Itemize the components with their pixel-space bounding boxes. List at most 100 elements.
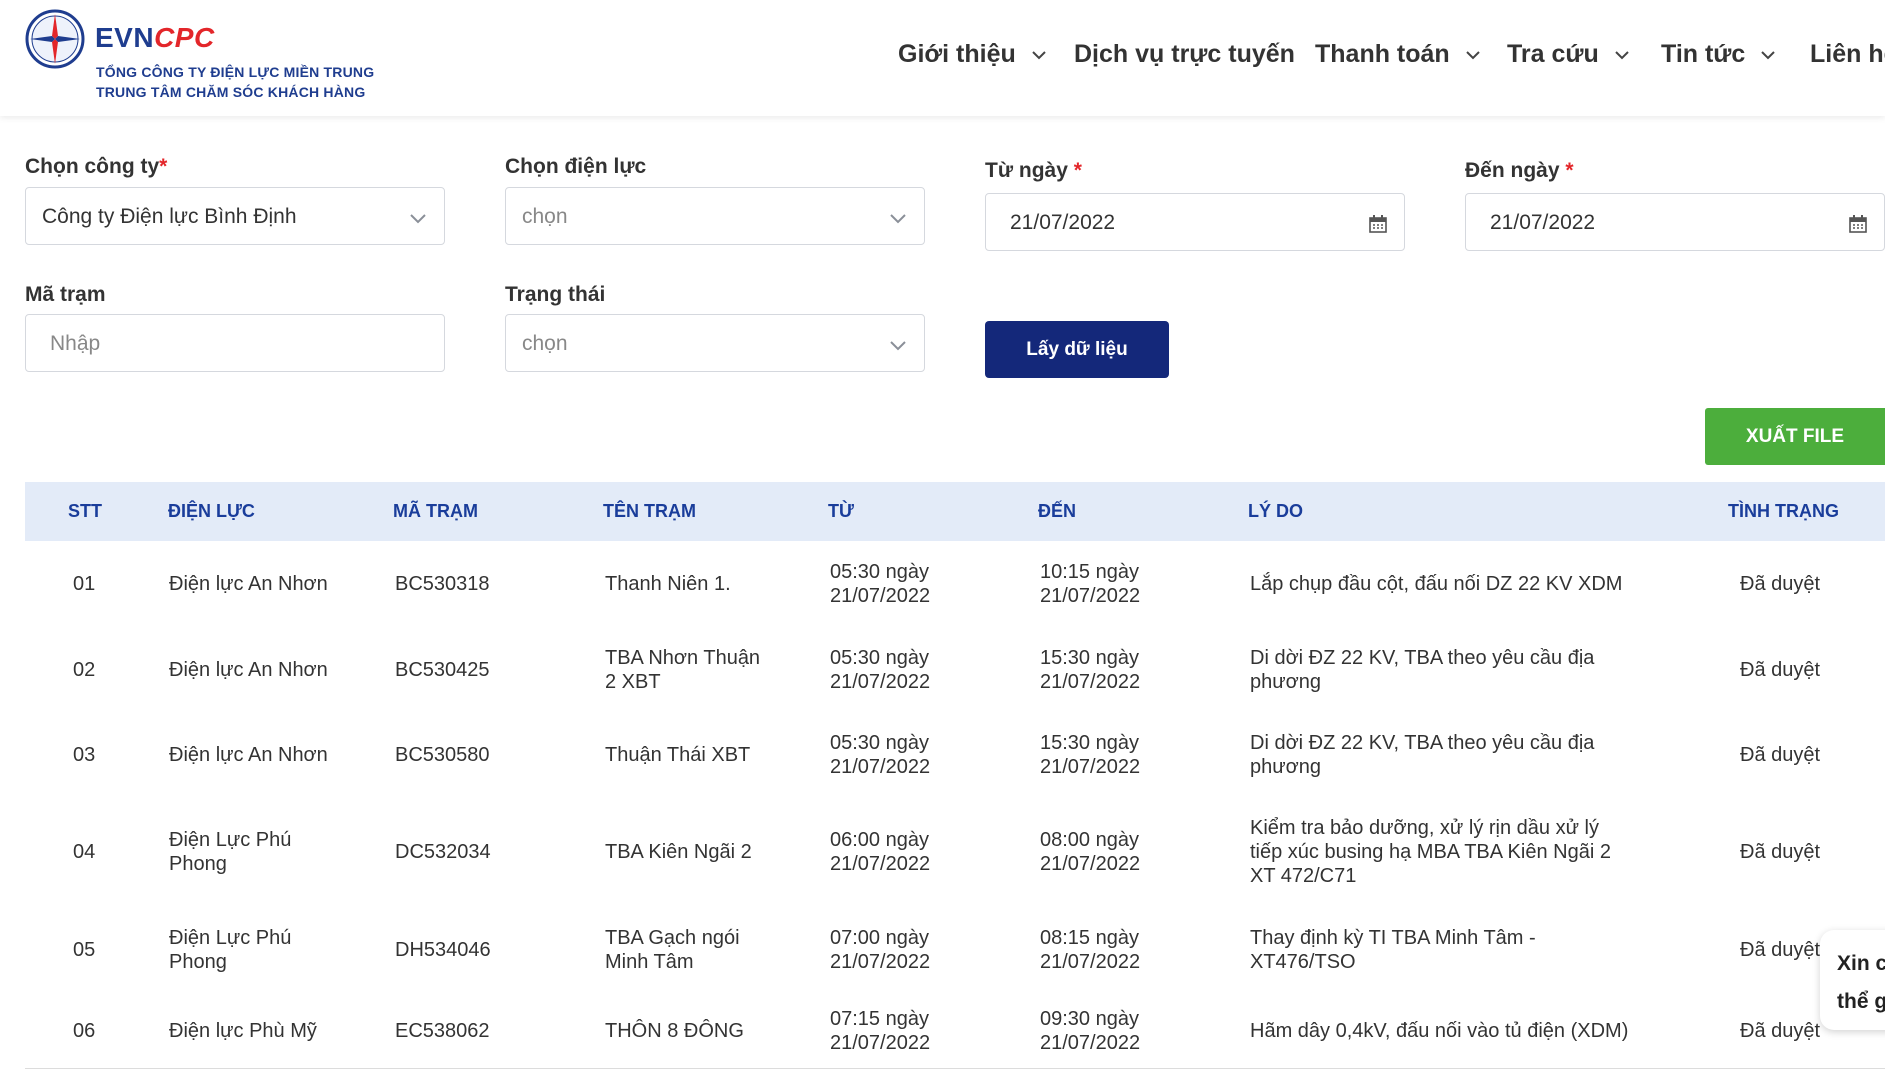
cell-line: 06 [73,1019,96,1042]
cell-line: Phong [169,852,227,875]
cell-line: 05:30 ngày [830,561,929,583]
cell-line: phương [1250,670,1321,693]
table-row: 06 Điện lực Phù Mỹ EC538062 THÔN 8 ĐÔNG 07:1… [25,993,1885,1069]
cell-tinhtrang: Đã duyệt [1740,1019,1820,1043]
cell-line: Đã duyệt [1740,573,1821,595]
cell-line: 21/07/2022 [830,1031,931,1054]
cell-tu: 05:30 ngày 21/07/2022 [830,646,930,694]
brand-subtitle-1: TỔNG CÔNG TY ĐIỆN LỰC MIỀN TRUNG [96,64,375,80]
col-header-tu: TỪ [828,501,854,521]
status-select[interactable]: chọn [505,314,925,372]
station-code-placeholder: Nhập [50,332,101,355]
cell-line: 21/07/2022 [1040,670,1141,693]
chevron-down-icon [410,214,426,224]
cell-stt: 02 [73,658,95,682]
from-date-label: Từ ngày * [985,159,1082,183]
cell-line: TBA Gạch ngói [605,926,740,949]
cell-line: BC530580 [395,743,490,766]
evn-logo-icon[interactable] [24,8,86,70]
cell-line: 21/07/2022 [1040,585,1141,607]
cell-lydo: Di dời ĐZ 22 KV, TBA theo yêu cầu địa phư… [1250,731,1594,779]
nav-label: Tra cứu [1507,40,1599,68]
chat-text-line-2: thể g [1837,990,1885,1013]
cell-line: 21/07/2022 [1040,755,1141,778]
cell-dienluc: Điện lực An Nhơn [169,572,328,596]
chevron-down-icon [1466,50,1480,59]
export-file-button[interactable]: XUẤT FILE [1705,408,1885,465]
power-select[interactable]: chọn [505,187,925,245]
cell-line: phương [1250,755,1321,778]
cell-ten: TBA Kiên Ngãi 2 [605,840,752,864]
cell-line: 21/07/2022 [830,585,931,607]
cell-tinhtrang: Đã duyệt [1740,840,1820,864]
cell-dienluc: Điện lực An Nhơn [169,658,328,682]
cell-line: 21/07/2022 [830,950,931,973]
cell-dienluc: Điện Lực Phú Phong [169,828,291,876]
cell-den: 15:30 ngày 21/07/2022 [1040,731,1140,779]
cell-dienluc: Điện lực Phù Mỹ [169,1019,317,1043]
company-select[interactable]: Công ty Điện lực Bình Định [25,187,445,245]
table-row: 04 Điện Lực Phú Phong DC532034 TBA Kiên Ngãi… [25,797,1885,907]
calendar-icon[interactable] [1848,214,1868,234]
cell-line: Đã duyệt [1740,938,1821,961]
cell-line: Thay định kỳ TI TBA Minh Tâm - [1250,926,1536,949]
cell-line: DC532034 [395,840,491,863]
cell-line: 02 [73,658,96,681]
cell-tu: 07:15 ngày 21/07/2022 [830,1007,930,1055]
nav-label: Tin tức [1661,40,1746,68]
fetch-data-button[interactable]: Lấy dữ liệu [985,321,1169,378]
cell-line: 05:30 ngày [830,646,929,669]
to-date-value: 21/07/2022 [1490,211,1596,234]
cell-den: 15:30 ngày 21/07/2022 [1040,646,1140,694]
station-code-label: Mã trạm [25,283,106,306]
cell-line: Thanh Niên 1. [605,573,731,595]
cell-ma: DC532034 [395,840,491,864]
cell-line: TBA Nhơn Thuận [605,646,761,669]
cell-tinhtrang: Đã duyệt [1740,938,1820,962]
cell-tinhtrang: Đã duyệt [1740,658,1820,682]
table-row: 01 Điện lực An Nhơn BC530318 Thanh Niên 1. 0… [25,541,1885,628]
cell-line: EC538062 [395,1019,490,1042]
table-row: 05 Điện Lực Phú Phong DH534046 TBA Gạch ngói… [25,906,1885,994]
nav-gioi-thieu[interactable]: Giới thiệu [898,40,1048,69]
cell-line: Điện lực An Nhơn [169,658,328,681]
nav-tra-cuu[interactable]: Tra cứu [1507,40,1631,69]
col-header-ten-tram: TÊN TRẠM [603,501,696,521]
cell-line: Đã duyệt [1740,840,1821,863]
chevron-down-icon [890,341,906,351]
cell-line: THÔN 8 ĐÔNG [605,1019,744,1042]
to-date-label: Đến ngày * [1465,159,1574,183]
cell-lydo: Hãm dây 0,4kV, đấu nối vào tủ điện (XDM) [1250,1019,1628,1043]
cell-tu: 07:00 ngày 21/07/2022 [830,926,930,974]
cell-line: Thuận Thái XBT [605,743,751,766]
company-label: Chọn công ty* [25,155,167,179]
cell-lydo: Kiểm tra bảo dưỡng, xử lý rịn dầu xử lý t… [1250,816,1611,888]
col-header-ma-tram: MÃ TRẠM [393,501,478,521]
calendar-icon[interactable] [1368,214,1388,234]
cell-stt: 03 [73,743,95,767]
cell-line: Điện lực An Nhơn [169,743,328,766]
power-label: Chọn điện lực [505,155,647,178]
cell-line: 06:00 ngày [830,828,929,851]
cell-lydo: Di dời ĐZ 22 KV, TBA theo yêu cầu địa phư… [1250,646,1594,694]
nav-dich-vu-truc-tuyen[interactable]: Dịch vụ trực tuyến [1074,40,1295,69]
cell-den: 08:00 ngày 21/07/2022 [1040,828,1140,876]
cell-lydo: Lắp chụp đầu cột, đấu nối DZ 22 KV XDM [1250,572,1622,596]
cell-stt: 06 [73,1019,95,1043]
cell-line: Điện lực Phù Mỹ [169,1019,317,1042]
chat-widget[interactable]: Xin c thể g [1820,930,1885,1030]
from-date-label-text: Từ ngày [985,159,1068,182]
cell-tu: 05:30 ngày 21/07/2022 [830,560,930,608]
cell-tinhtrang: Đã duyệt [1740,743,1820,767]
nav-thanh-toan[interactable]: Thanh toán [1315,40,1482,69]
nav-tin-tuc[interactable]: Tin tức [1661,40,1777,69]
cell-line: Minh Tâm [605,950,694,973]
from-date-input[interactable]: 21/07/2022 [985,193,1405,251]
station-code-input[interactable]: Nhập [25,314,445,372]
brand-name[interactable]: EVNCPC [95,22,215,54]
to-date-input[interactable]: 21/07/2022 [1465,193,1885,251]
site-header: EVNCPC TỔNG CÔNG TY ĐIỆN LỰC MIỀN TRUNG … [0,0,1885,116]
cell-line: 21/07/2022 [1040,950,1141,973]
nav-lien-he[interactable]: Liên hệ [1810,40,1885,69]
cell-ma: BC530425 [395,658,490,682]
